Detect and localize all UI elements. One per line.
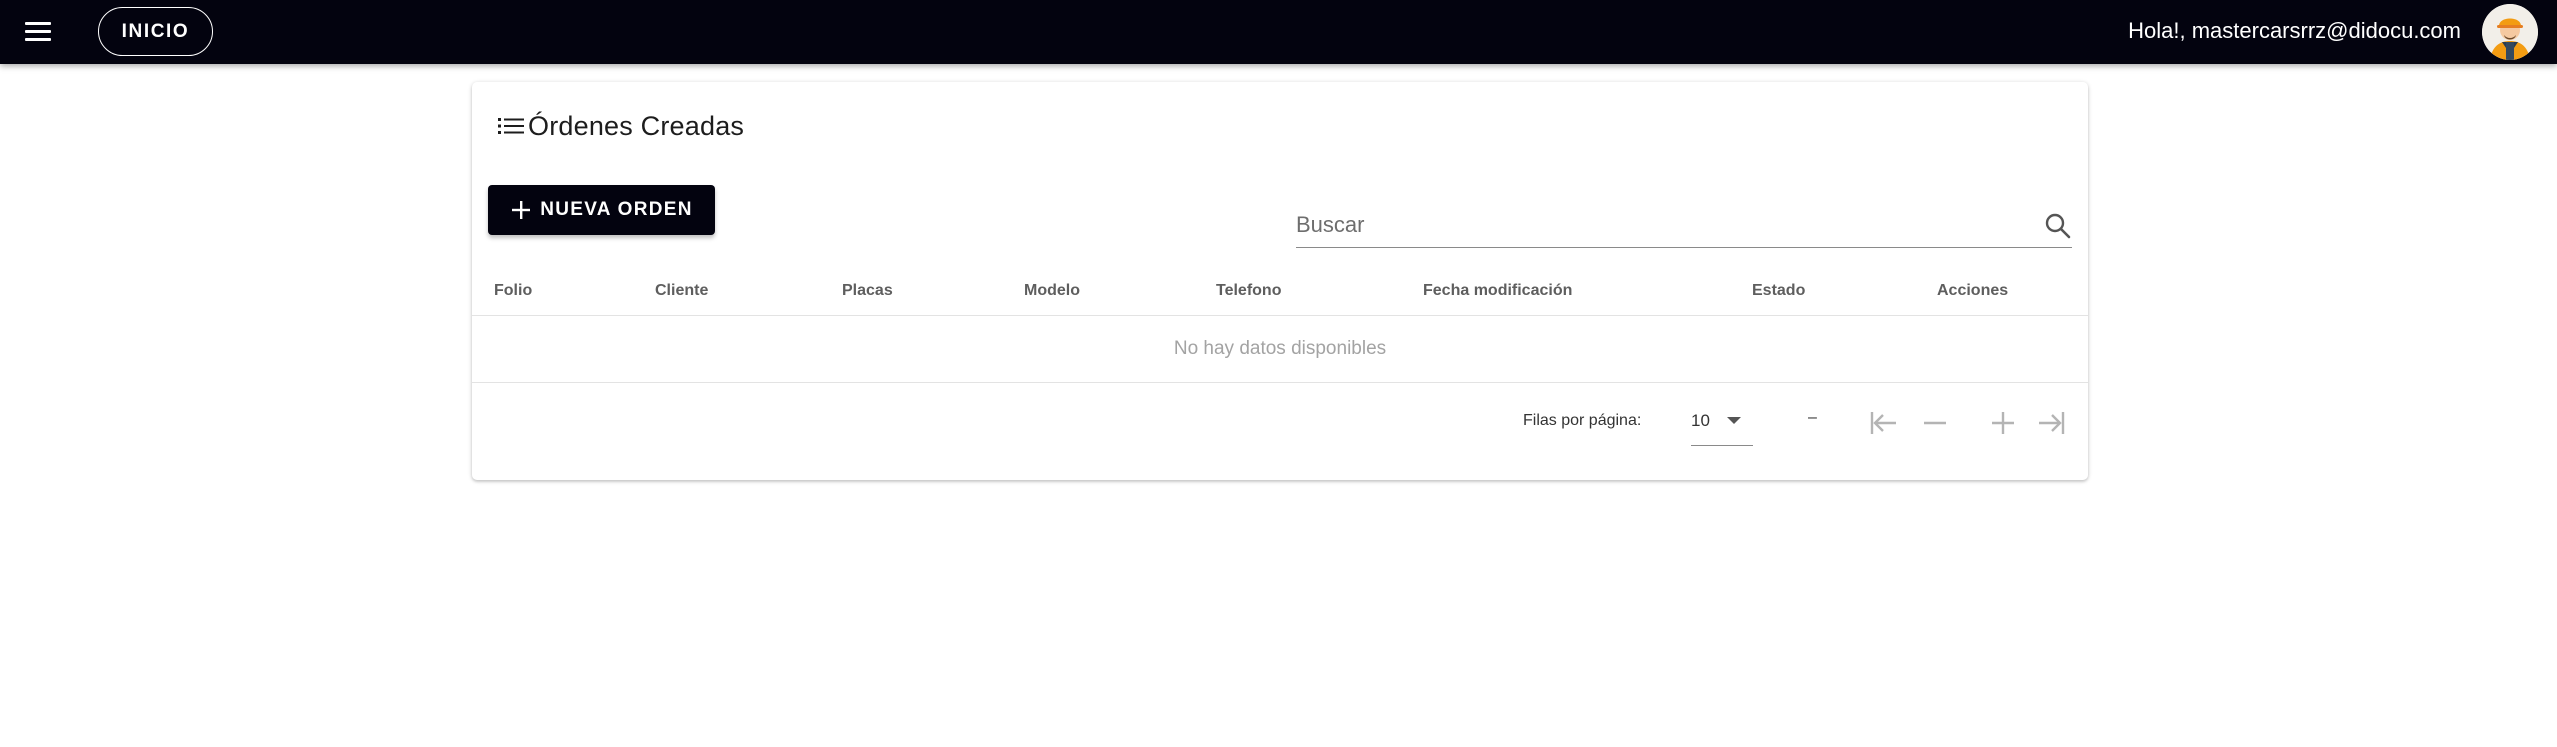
page-title: Órdenes Creadas [528, 110, 745, 141]
column-header-telefono[interactable]: Telefono [1216, 266, 1281, 316]
orders-card: Órdenes Creadas NUEVA ORDEN Folio Client… [472, 82, 2088, 480]
column-header-cliente[interactable]: Cliente [655, 266, 708, 316]
card-header: Órdenes Creadas [496, 106, 744, 146]
rows-per-page-label: Filas por página: [1523, 412, 1642, 429]
empty-table-message: No hay datos disponibles [472, 316, 2088, 383]
column-header-placas[interactable]: Placas [842, 266, 893, 316]
list-icon [498, 118, 524, 134]
column-header-folio[interactable]: Folio [494, 266, 532, 316]
search-icon[interactable] [2044, 212, 2072, 240]
first-page-icon[interactable] [1866, 406, 1900, 440]
home-button[interactable]: INICIO [98, 7, 213, 56]
previous-page-icon[interactable] [1918, 406, 1952, 440]
last-page-icon[interactable] [2035, 406, 2069, 440]
table-header: Folio Cliente Placas Modelo Telefono Fec… [472, 266, 2088, 316]
app-bar: INICIO Hola!, mastercarsrrz@didocu.com [0, 0, 2557, 64]
column-header-fecha-modificacion[interactable]: Fecha modificación [1423, 266, 1572, 316]
table-footer: Filas por página: 10 – [472, 384, 2088, 462]
new-order-button[interactable]: NUEVA ORDEN [488, 185, 715, 235]
chevron-down-icon [1727, 417, 1741, 424]
page-range-text: – [1808, 409, 1817, 426]
rows-per-page-select[interactable]: 10 [1691, 398, 1753, 446]
search-input[interactable] [1296, 204, 2026, 246]
next-page-icon[interactable] [1986, 406, 2020, 440]
search-field [1296, 204, 2072, 248]
column-header-modelo[interactable]: Modelo [1024, 266, 1080, 316]
rows-per-page-value: 10 [1691, 411, 1710, 430]
hamburger-menu-icon[interactable] [22, 18, 56, 46]
column-header-acciones[interactable]: Acciones [1937, 266, 2008, 316]
user-avatar-icon[interactable] [2482, 4, 2538, 60]
user-greeting: Hola!, mastercarsrrz@didocu.com [2128, 18, 2461, 43]
new-order-label: NUEVA ORDEN [540, 199, 693, 220]
plus-icon [512, 201, 531, 219]
column-header-estado[interactable]: Estado [1752, 266, 1805, 316]
